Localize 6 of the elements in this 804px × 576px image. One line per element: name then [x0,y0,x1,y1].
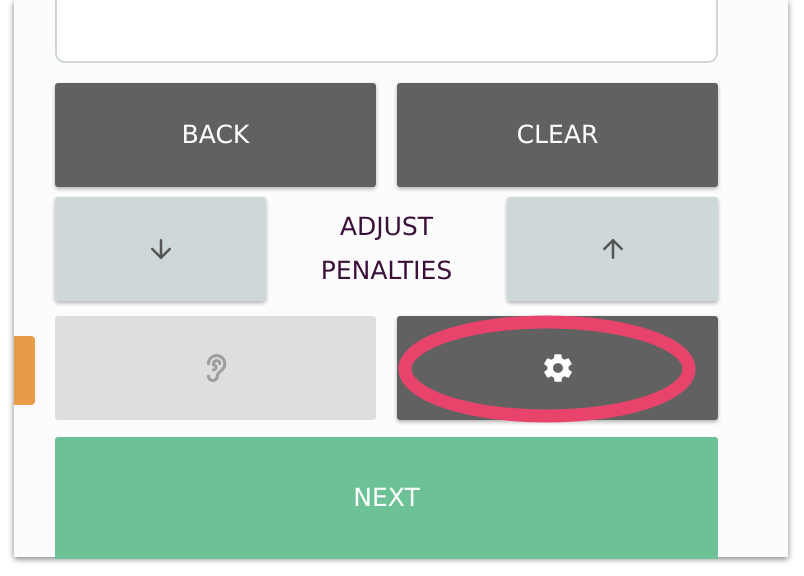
action-button[interactable]: CLEAR [397,83,718,187]
increase-button[interactable] [507,197,718,301]
decrease-button[interactable] [55,197,266,301]
action-button[interactable]: BACK [55,83,376,187]
text-area[interactable] [55,0,718,63]
adjust-label: ADJUST PENALTIES [320,211,454,287]
